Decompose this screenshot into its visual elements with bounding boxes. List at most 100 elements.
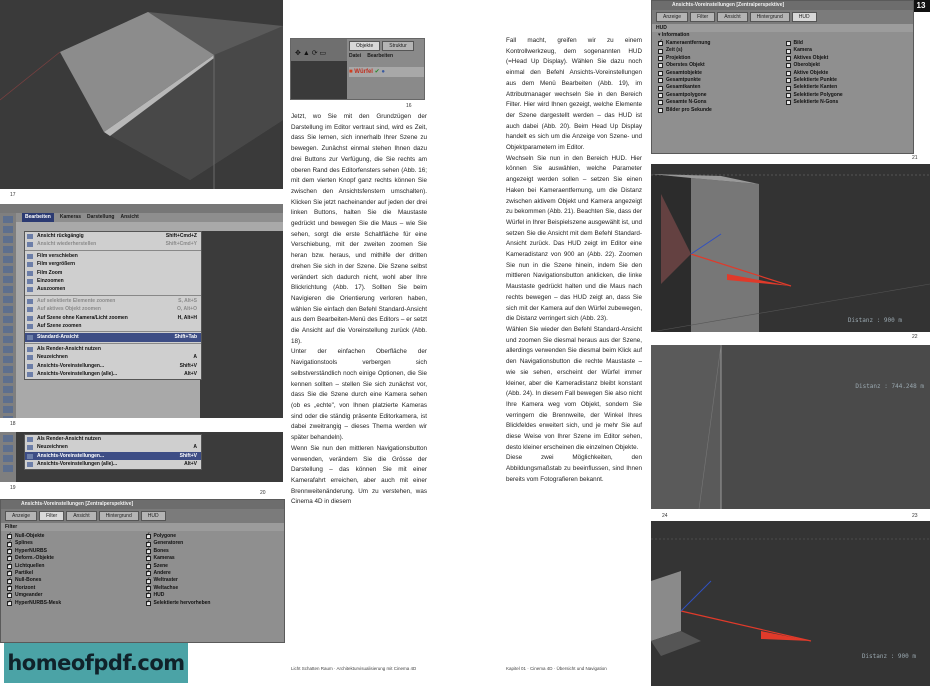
checkbox-option[interactable]: Partikel — [7, 569, 140, 577]
checkbox[interactable] — [145, 599, 151, 606]
checkbox[interactable] — [7, 562, 12, 569]
menu-item[interactable]: Film Zoom — [25, 269, 201, 277]
checkbox[interactable] — [658, 70, 663, 76]
checkbox-option[interactable]: Umgeander — [7, 591, 140, 599]
tab-filter[interactable]: Filter — [690, 12, 716, 22]
checkbox-option[interactable]: Gesamtpunkte — [658, 77, 780, 84]
checkbox-option[interactable]: HyperNURBS-Mesk — [7, 599, 140, 607]
checkbox[interactable] — [145, 569, 151, 577]
checkbox[interactable] — [658, 107, 663, 113]
menu-file[interactable]: Datei — [349, 53, 361, 59]
checkbox[interactable] — [7, 599, 12, 606]
move-view-icon[interactable]: ✥ — [295, 50, 301, 57]
menu-item[interactable]: Auf Szene zoomen — [25, 322, 201, 330]
chevron-down-icon[interactable]: ▾ — [658, 32, 661, 38]
checkbox-option[interactable]: Horizont — [7, 584, 140, 592]
menu-ansicht[interactable]: Ansicht — [121, 213, 139, 222]
menu-item[interactable]: Ansicht wiederherstellen Shift+Cmd+Y — [25, 240, 201, 248]
checkbox-option[interactable]: Gesamtkanten — [658, 84, 780, 91]
menu-item[interactable]: Ansichts-Voreinstellungen... Shift+V — [25, 362, 201, 370]
tab-anzeige[interactable]: Anzeige — [5, 511, 38, 521]
menu-bearbeiten[interactable]: Bearbeiten — [22, 213, 54, 222]
menu-item[interactable]: Standard-Ansicht Shift+Tab — [25, 333, 201, 342]
menu-item[interactable]: Auf Szene ohne Kamera/Licht zoomen H, Alt… — [25, 314, 201, 322]
checkbox-option[interactable]: Zeit (s) — [658, 47, 780, 54]
checkbox[interactable] — [7, 532, 12, 540]
checkbox[interactable] — [7, 547, 12, 554]
checkbox[interactable] — [7, 584, 12, 591]
checkbox-option[interactable]: Gesamtobjekte — [658, 70, 780, 77]
menu-item[interactable]: Neuzeichnen A — [25, 353, 201, 361]
checkbox-option[interactable]: Oberobjekt — [785, 62, 908, 69]
menu-item[interactable]: Auf aktives Objekt zoomen O, Alt+O — [25, 305, 201, 313]
checkbox[interactable] — [145, 554, 151, 562]
checkbox-option[interactable]: Selektierte N-Gons — [785, 99, 908, 106]
tab-ansicht[interactable]: Ansicht — [66, 511, 97, 521]
checkbox[interactable] — [145, 547, 151, 554]
checkbox[interactable] — [7, 540, 12, 547]
object-row[interactable]: ■ Würfel ✔ ● — [349, 67, 424, 77]
checkbox[interactable] — [658, 39, 663, 47]
tab-hintergrund[interactable]: Hintergrund — [749, 12, 790, 22]
menu-item[interactable]: Auf selektierte Elemente zoomen S, Alt+S — [25, 297, 201, 305]
menu-item[interactable]: Ansichts-Voreinstellungen (alle)... Alt+V — [25, 370, 201, 378]
checkbox[interactable] — [658, 100, 663, 106]
menu-kameras[interactable]: Kameras — [60, 213, 81, 222]
checkbox-option[interactable]: Szene — [145, 562, 279, 570]
checkbox-option[interactable]: Lichtquellen — [7, 562, 140, 570]
menu-item[interactable]: Ansichts-Voreinstellungen... Shift+V — [25, 451, 201, 461]
tab-hud[interactable]: HUD — [791, 12, 817, 22]
checkbox[interactable] — [658, 63, 663, 69]
checkbox[interactable] — [7, 554, 12, 562]
tab-hud[interactable]: HUD — [140, 511, 166, 521]
menu-item[interactable]: Einzoomen — [25, 277, 201, 285]
menu-item[interactable]: Als Render-Ansicht nutzen — [25, 435, 201, 443]
checkbox-option[interactable]: Gesamte N-Gons — [658, 99, 780, 106]
checkbox-option[interactable]: Generatoren — [145, 540, 279, 547]
checkbox-option[interactable]: Kameraentfernung — [658, 39, 780, 47]
checkbox[interactable] — [7, 591, 12, 599]
checkbox-option[interactable]: Aktives Objekt — [785, 55, 908, 62]
tab-anzeige[interactable]: Anzeige — [656, 12, 689, 22]
checkbox-option[interactable]: Selektierte hervorheben — [145, 599, 279, 607]
checkbox[interactable] — [785, 48, 791, 54]
checkbox-option[interactable]: Weltraster — [145, 577, 279, 584]
checkbox-option[interactable]: HUD — [145, 591, 279, 599]
checkbox-option[interactable]: Projektion — [658, 55, 780, 62]
rotate-view-icon[interactable]: ⟳ — [312, 50, 318, 57]
menu-item[interactable]: Neuzeichnen A — [25, 443, 201, 451]
checkbox[interactable] — [7, 577, 12, 584]
checkbox-option[interactable]: Selektierte Kanten — [785, 84, 908, 91]
checkbox[interactable] — [145, 562, 151, 569]
menu-item[interactable]: Film verschieben — [25, 252, 201, 260]
checkbox[interactable] — [785, 78, 791, 84]
menu-item[interactable]: Ansichts-Voreinstellungen (alle)... Alt+V — [25, 460, 201, 468]
checkbox[interactable] — [658, 85, 663, 91]
checkbox-option[interactable]: Gesamtpolygone — [658, 92, 780, 99]
checkbox-option[interactable]: Weltachse — [145, 584, 279, 592]
checkbox[interactable] — [658, 48, 663, 54]
checkbox[interactable] — [7, 569, 12, 577]
zoom-view-icon[interactable]: ▲ — [303, 50, 310, 57]
checkbox[interactable] — [145, 577, 151, 584]
menu-item[interactable]: Als Render-Ansicht nutzen — [25, 345, 201, 353]
checkbox-option[interactable]: Aktive Objekte — [785, 70, 908, 77]
checkbox-option[interactable]: Bones — [145, 547, 279, 555]
checkbox-option[interactable]: Oberstes Objekt — [658, 62, 780, 69]
checkbox[interactable] — [145, 584, 151, 591]
checkbox[interactable] — [785, 70, 791, 76]
menu-darstellung[interactable]: Darstellung — [87, 213, 115, 222]
checkbox-option[interactable]: Polygone — [145, 532, 279, 540]
checkbox-option[interactable]: Selektierte Punkte — [785, 77, 908, 84]
tab-structure[interactable]: Struktur — [382, 41, 414, 51]
menu-edit[interactable]: Bearbeiten — [367, 53, 393, 59]
checkbox[interactable] — [658, 93, 663, 99]
checkbox-option[interactable]: Splines — [7, 540, 140, 547]
checkbox-option[interactable]: Kamera — [785, 47, 908, 54]
switch-view-icon[interactable]: ▭ — [320, 50, 327, 57]
checkbox[interactable] — [145, 591, 151, 599]
tab-filter[interactable]: Filter — [39, 511, 65, 521]
checkbox[interactable] — [785, 56, 791, 62]
checkbox[interactable] — [658, 78, 663, 84]
checkbox[interactable] — [785, 100, 791, 106]
